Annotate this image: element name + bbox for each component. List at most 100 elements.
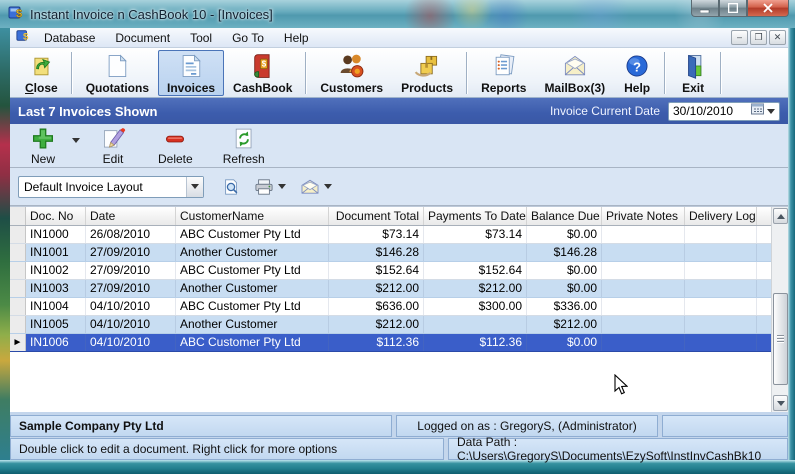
menu-goto[interactable]: Go To	[222, 29, 274, 47]
toolbar-button-mailbox[interactable]: MailBox(3)	[535, 50, 614, 96]
toolbar-separator	[466, 52, 468, 94]
table-cell: 26/08/2010	[86, 226, 176, 243]
invoice-current-date-label: Invoice Current Date	[550, 104, 660, 118]
table-row[interactable]: IN100127/09/2010Another Customer$146.28$…	[10, 244, 771, 262]
table-cell: $152.64	[424, 262, 527, 279]
refresh-button[interactable]: Refresh	[219, 126, 269, 166]
column-header-private-notes[interactable]: Private Notes	[602, 207, 685, 225]
print-dropdown-arrow[interactable]	[278, 184, 286, 189]
svg-text:$: $	[261, 59, 266, 68]
toolbar-button-products[interactable]: Products	[392, 50, 462, 96]
table-cell: IN1004	[26, 298, 86, 315]
table-cell: ABC Customer Pty Ltd	[176, 262, 329, 279]
table-cell-filler	[757, 316, 771, 333]
refresh-button-label: Refresh	[223, 152, 265, 166]
mdi-close-button[interactable]: ✕	[769, 30, 786, 45]
menu-help[interactable]: Help	[274, 29, 319, 47]
scroll-up-icon	[777, 214, 785, 219]
row-indicator	[10, 262, 26, 279]
table-cell: $212.00	[329, 316, 424, 333]
invoice-layout-select[interactable]: Default Invoice Layout	[18, 176, 204, 198]
exit-icon	[679, 52, 707, 80]
table-cell: ABC Customer Pty Ltd	[176, 334, 329, 351]
table-row[interactable]: IN100404/10/2010ABC Customer Pty Ltd$636…	[10, 298, 771, 316]
table-row[interactable]: ►IN100604/10/2010ABC Customer Pty Ltd$11…	[10, 334, 771, 352]
reports-icon	[490, 52, 518, 80]
invoice-current-date-picker[interactable]: 30/10/2010	[668, 102, 780, 121]
column-header-delivery-log[interactable]: Delivery Log	[685, 207, 757, 225]
table-cell: IN1001	[26, 244, 86, 261]
customers-icon	[337, 52, 367, 80]
menu-tool[interactable]: Tool	[180, 29, 222, 47]
close-button[interactable]	[747, 0, 789, 17]
table-cell	[602, 262, 685, 279]
delete-button[interactable]: Delete	[154, 126, 197, 166]
status-bar-bottom: Double click to edit a document. Right c…	[10, 438, 788, 460]
scroll-down-button[interactable]	[773, 395, 788, 411]
new-button-label: New	[31, 152, 55, 166]
edit-button-label: Edit	[103, 152, 124, 166]
column-header-balance-due[interactable]: Balance Due	[527, 207, 602, 225]
table-row[interactable]: IN100327/09/2010Another Customer$212.00$…	[10, 280, 771, 298]
mdi-restore-button[interactable]: ❐	[750, 30, 767, 45]
minimize-button[interactable]	[691, 0, 719, 17]
column-header-date[interactable]: Date	[86, 207, 176, 225]
table-cell: 04/10/2010	[86, 334, 176, 351]
toolbar-button-label: Close	[25, 81, 58, 95]
quotations-icon	[103, 52, 131, 80]
scroll-up-button[interactable]	[773, 208, 788, 224]
edit-button[interactable]: Edit	[94, 126, 132, 166]
table-row[interactable]: IN100026/08/2010ABC Customer Pty Ltd$73.…	[10, 226, 771, 244]
toolbar-button-cashbook[interactable]: $ CashBook	[224, 50, 301, 96]
email-icon	[300, 179, 320, 195]
mdi-minimize-button[interactable]: –	[731, 30, 748, 45]
vertical-scrollbar[interactable]	[771, 207, 788, 412]
toolbar-button-exit[interactable]: Exit	[670, 50, 716, 96]
menu-database[interactable]: Database	[34, 29, 105, 47]
new-icon	[28, 126, 58, 151]
toolbar-button-reports[interactable]: Reports	[472, 50, 535, 96]
maximize-button[interactable]	[719, 0, 747, 17]
column-header-customer-name[interactable]: CustomerName	[176, 207, 329, 225]
scrollbar-thumb[interactable]	[773, 293, 788, 385]
print-icon	[254, 178, 274, 196]
table-cell: Another Customer	[176, 280, 329, 297]
toolbar-button-close[interactable]: Close	[16, 50, 67, 96]
table-cell	[685, 334, 757, 351]
email-dropdown-arrow[interactable]	[324, 184, 332, 189]
table-cell: IN1006	[26, 334, 86, 351]
delete-button-label: Delete	[158, 152, 193, 166]
table-row[interactable]: IN100227/09/2010ABC Customer Pty Ltd$152…	[10, 262, 771, 280]
toolbar-button-customers[interactable]: Customers	[311, 50, 392, 96]
toolbar-button-invoices[interactable]: Invoices	[158, 50, 224, 96]
toolbar-button-quotations[interactable]: Quotations	[77, 50, 158, 96]
email-button[interactable]	[300, 179, 332, 195]
table-cell: ABC Customer Pty Ltd	[176, 298, 329, 315]
table-cell	[602, 244, 685, 261]
row-indicator	[10, 298, 26, 315]
column-header-filler	[757, 207, 771, 225]
table-cell	[685, 226, 757, 243]
action-toolbar: New Edit Delete Refresh	[10, 124, 788, 168]
new-button[interactable]: New	[24, 126, 62, 166]
table-cell	[685, 262, 757, 279]
toolbar-button-label: Reports	[481, 81, 526, 95]
table-cell: IN1005	[26, 316, 86, 333]
table-cell: $0.00	[527, 334, 602, 351]
new-dropdown-arrow[interactable]	[72, 138, 80, 143]
column-header-document-total[interactable]: Document Total	[329, 207, 424, 225]
help-icon: ?	[623, 52, 651, 80]
grid-corner-cell	[10, 207, 26, 225]
combo-dropdown-button[interactable]	[186, 177, 203, 197]
menu-document[interactable]: Document	[105, 29, 180, 47]
close-window-icon	[27, 52, 55, 80]
refresh-icon	[230, 126, 258, 151]
toolbar-button-help[interactable]: ? Help	[614, 50, 660, 96]
column-header-doc-no[interactable]: Doc. No	[26, 207, 86, 225]
table-row[interactable]: IN100504/10/2010Another Customer$212.00$…	[10, 316, 771, 334]
column-header-payments-to-date[interactable]: Payments To Date	[424, 207, 527, 225]
table-cell	[685, 298, 757, 315]
table-cell: $212.00	[424, 280, 527, 297]
print-button[interactable]	[254, 178, 286, 196]
print-preview-button[interactable]	[222, 178, 240, 196]
